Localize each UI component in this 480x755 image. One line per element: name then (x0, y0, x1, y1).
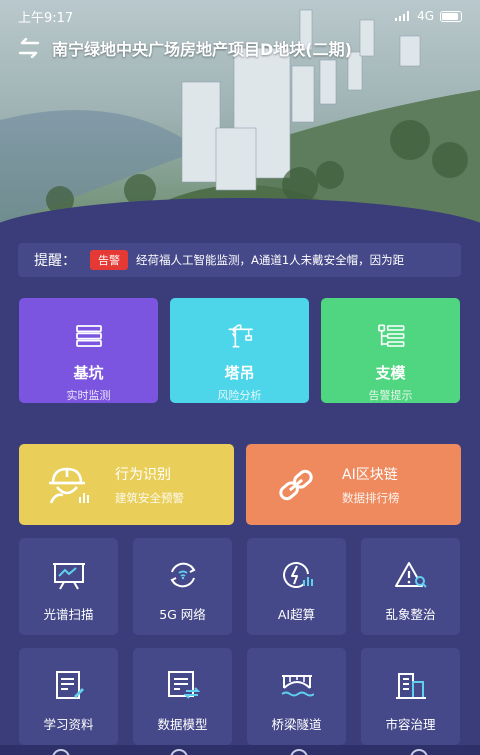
data-model-icon (167, 671, 200, 699)
study-document-icon (55, 671, 84, 699)
card-title: 支模 (375, 364, 406, 382)
ai-compute-icon (282, 562, 313, 589)
nav-icon-4[interactable] (410, 749, 428, 755)
list-icon (75, 325, 102, 347)
status-indicators: 4G (395, 9, 462, 23)
card-title: 塔吊 (224, 364, 255, 382)
bridge-tunnel-icon (280, 675, 314, 697)
tile-label: 5G 网络 (159, 607, 206, 622)
status-bar: 上午9:17 4G (0, 0, 480, 32)
reminder-label: 提醒： (34, 253, 76, 269)
tile-study-materials[interactable]: 学习资料 (19, 648, 118, 745)
city-building-icon (395, 673, 426, 699)
tile-5g-network[interactable]: 5G 网络 (133, 538, 232, 635)
card-foundation-pit[interactable]: 基坑 实时监测 (19, 298, 158, 403)
tower-crane-icon (228, 324, 253, 348)
tile-data-model[interactable]: 数据模型 (133, 648, 232, 745)
chain-link-icon (279, 469, 313, 500)
tile-label: 学习资料 (43, 717, 94, 732)
card-subtitle: 数据排行榜 (342, 490, 400, 505)
warning-search-icon (394, 562, 427, 588)
card-subtitle: 告警提示 (368, 389, 413, 402)
card-tower-crane[interactable]: 塔吊 风险分析 (170, 298, 309, 403)
signal-icon (395, 11, 410, 21)
title-bar: 南宁绿地中央广场房地产项目D地块(二期) (0, 34, 480, 62)
tile-disorder-rectification[interactable]: 乱象整治 (361, 538, 460, 635)
card-subtitle: 建筑安全预警 (115, 490, 184, 505)
5g-network-icon (169, 562, 196, 588)
battery-icon (440, 10, 462, 22)
tile-bridge-tunnel[interactable]: 桥梁隧道 (247, 648, 346, 745)
tile-label: 数据模型 (157, 717, 208, 732)
spectrum-scan-icon (52, 563, 85, 590)
tile-label: 桥梁隧道 (271, 717, 322, 732)
tile-label: AI超算 (277, 607, 316, 622)
status-time: 上午9:17 (18, 10, 74, 26)
card-formwork[interactable]: 支模 告警提示 (321, 298, 460, 403)
tile-label: 乱象整治 (385, 607, 436, 622)
card-behavior-recognition[interactable]: 行为识别 建筑安全预警 (19, 444, 234, 525)
card-ai-blockchain[interactable]: AI区块链 数据排行榜 (246, 444, 461, 525)
worker-helmet-icon (49, 467, 89, 504)
tile-label: 光谱扫描 (43, 607, 94, 622)
card-title: AI区块链 (342, 466, 398, 483)
alert-badge: 告警 (90, 250, 128, 270)
nav-icon-3[interactable] (290, 749, 308, 755)
reminder-bar[interactable]: 提醒： 告警 经荷福人工智能监测，A通道1人未戴安全帽，因为距 (18, 243, 461, 277)
tree-structure-icon (377, 324, 404, 347)
tile-label: 市容治理 (385, 717, 436, 732)
tile-city-management[interactable]: 市容治理 (361, 648, 460, 745)
project-title[interactable]: 南宁绿地中央广场房地产项目D地块(二期) (52, 36, 352, 60)
reminder-message: 经荷福人工智能监测，A通道1人未戴安全帽，因为距 (136, 253, 405, 267)
network-type: 4G (417, 9, 434, 23)
bottom-navigation (0, 745, 480, 755)
nav-icon-2[interactable] (170, 749, 188, 755)
card-title: 行为识别 (115, 466, 171, 483)
card-title: 基坑 (73, 364, 104, 382)
card-subtitle: 实时监测 (66, 389, 111, 402)
tile-ai-compute[interactable]: AI超算 (247, 538, 346, 635)
card-subtitle: 风险分析 (217, 389, 262, 402)
home-nav-icon[interactable] (52, 749, 70, 755)
tile-spectrum-scan[interactable]: 光谱扫描 (19, 538, 118, 635)
swap-project-icon[interactable] (16, 38, 42, 58)
